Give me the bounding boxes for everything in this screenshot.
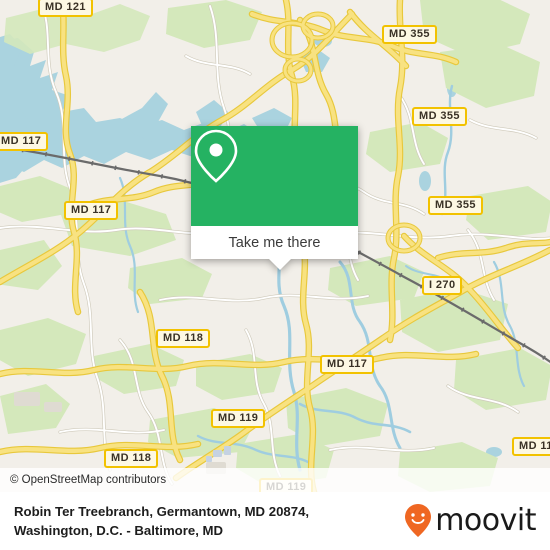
road-shield: I 270: [422, 276, 463, 295]
take-me-there-label: Take me there: [228, 234, 321, 251]
attribution-text: © OpenStreetMap contributors: [10, 474, 167, 486]
road-shield: MD 118: [104, 449, 159, 468]
location-title-line2: Washington, D.C. - Baltimore, MD: [14, 523, 224, 538]
road-shield: MD 119: [211, 409, 266, 428]
location-popup-card[interactable]: Take me there: [191, 126, 358, 270]
moovit-pin-icon: [405, 504, 432, 537]
road-shield: MD 117: [320, 355, 375, 374]
moovit-wordmark: moovit: [435, 503, 536, 538]
popup-tail: [269, 259, 291, 270]
road-shield: MD 355: [382, 25, 437, 44]
footer-bar: Robin Ter Treebranch, Germantown, MD 208…: [0, 492, 550, 550]
road-shield: MD 121: [38, 0, 93, 17]
road-shield: MD 117: [0, 132, 49, 151]
popup-image-area: [191, 126, 358, 226]
map-attribution-bar: © OpenStreetMap contributors: [0, 468, 550, 492]
map-screen: MD 121 MD 355 MD 355 MD 117 MD 117 MD 35…: [0, 0, 550, 550]
road-shield: MD 118: [156, 329, 211, 348]
road-shield: MD 355: [412, 107, 467, 126]
moovit-logo[interactable]: moovit: [403, 503, 536, 539]
map-canvas[interactable]: MD 121 MD 355 MD 355 MD 117 MD 117 MD 35…: [0, 0, 550, 492]
location-title-line1: Robin Ter Treebranch, Germantown, MD 208…: [14, 504, 310, 519]
road-shield: MD 355: [428, 196, 483, 215]
take-me-there-button[interactable]: Take me there: [191, 226, 358, 259]
road-shield: MD 117: [64, 201, 119, 220]
map-pin-icon: [194, 129, 238, 183]
road-shield: MD 117: [512, 437, 550, 456]
location-title: Robin Ter Treebranch, Germantown, MD 208…: [14, 502, 309, 540]
